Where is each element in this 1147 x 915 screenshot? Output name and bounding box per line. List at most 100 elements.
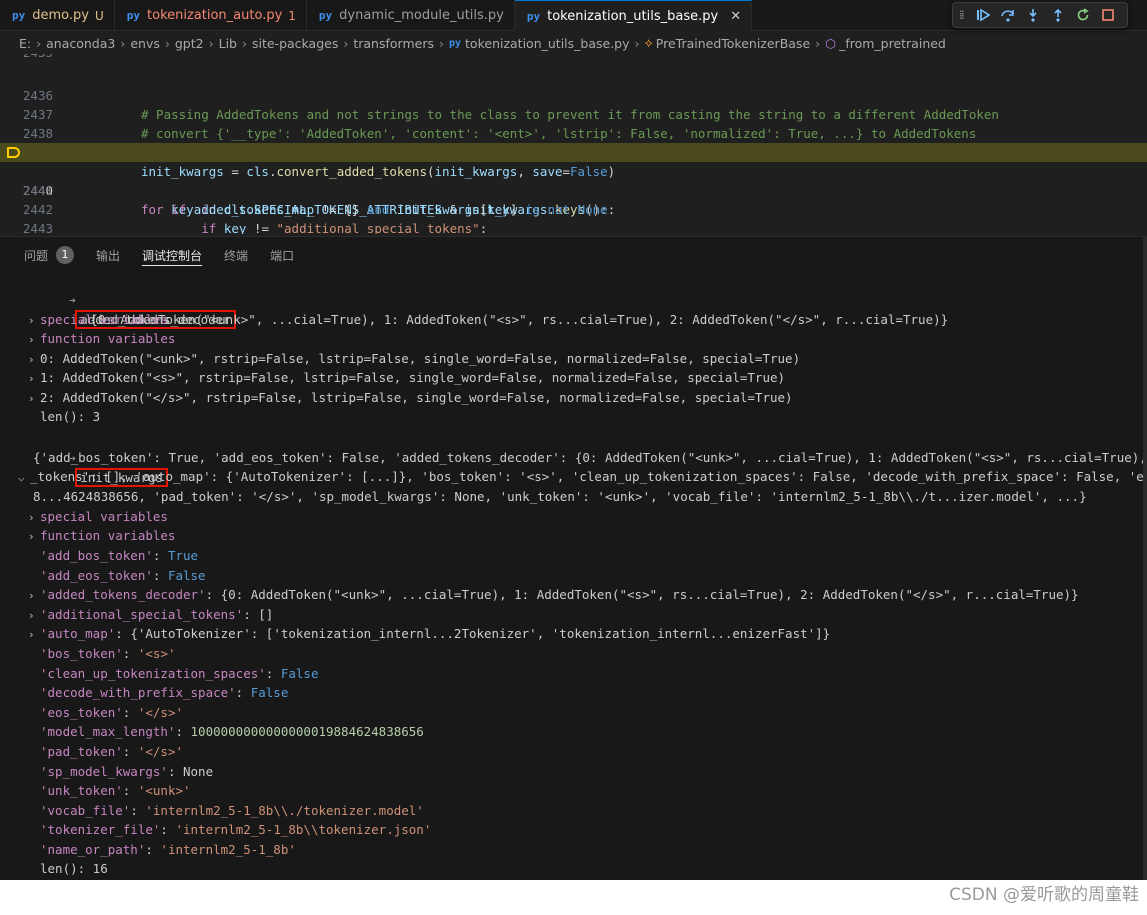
code-line: 2437 # convert {'__type': 'AddedToken', … — [0, 86, 1147, 141]
separator: : — [160, 822, 176, 838]
tree-node[interactable]: › special variables — [28, 507, 168, 527]
dict-entry: 'sp_model_kwargs': None — [40, 762, 213, 782]
breadcrumb-item[interactable]: site-packages — [252, 36, 338, 51]
tab-output[interactable]: 输出 — [96, 237, 120, 273]
dict-value: False — [167, 567, 206, 583]
separator: : — [265, 665, 281, 681]
separator: : — [205, 587, 221, 603]
separator: : — [152, 548, 168, 563]
step-into-icon[interactable] — [1022, 5, 1044, 25]
tab-demo[interactable]: py demo.py U — [0, 0, 115, 31]
expandable-result[interactable]: ⌵ {0: AddedToken("<unk>", ...cial=True), … — [18, 290, 948, 327]
tree-node[interactable]: › function variables — [28, 329, 175, 349]
chevron-right-icon[interactable]: › — [28, 606, 40, 626]
tree-node[interactable]: › 0: AddedToken("<unk>", rstrip=False, ls… — [28, 349, 800, 369]
separator: : — [122, 783, 138, 799]
separator: : — [175, 724, 191, 740]
dict-entry[interactable]: ›'added_tokens_decoder': {0: AddedToken(… — [28, 585, 1079, 605]
breadcrumb-item[interactable]: transformers — [353, 36, 434, 51]
chevron-right-icon[interactable]: › — [28, 527, 40, 547]
tab-ports[interactable]: 端口 — [270, 237, 294, 273]
tree-label: 2: AddedToken("</s>", rstrip=False, lstr… — [40, 390, 793, 405]
chevron-down-icon[interactable]: ⌵ — [18, 468, 30, 488]
console-input-line: ➔ added_tokens_decoder — [9, 270, 236, 330]
breadcrumb-item[interactable]: envs — [130, 36, 160, 51]
stop-icon[interactable] — [1097, 5, 1119, 25]
code-line: 2443 init_kwargs[key] = added_tokens_map… — [0, 200, 1147, 234]
separator: : — [167, 763, 183, 779]
dict-entry: 'add_eos_token': False — [40, 566, 206, 586]
dict-value: '</s>' — [137, 704, 184, 720]
code-editor[interactable]: 2435 2436 # Passing AddedTokens and not … — [0, 54, 1147, 234]
dict-key: 'auto_map' — [40, 626, 116, 642]
dict-value: '<unk>' — [137, 783, 191, 799]
separator: : — [235, 685, 251, 701]
dict-key: 'name_or_path' — [40, 842, 146, 857]
chevron-right-icon: › — [36, 35, 42, 51]
code-line: 2438 init_kwargs["added_tokens_decoder"]… — [0, 105, 1147, 160]
tab-label: tokenization_auto.py — [147, 8, 283, 23]
panel-scrollbar[interactable] — [1143, 236, 1147, 880]
breadcrumb-class[interactable]: PreTrainedTokenizerBase — [656, 36, 810, 51]
tree-node[interactable]: › 1: AddedToken("<s>", rstrip=False, lstr… — [28, 368, 785, 388]
vscode-window: py demo.py U py tokenization_auto.py 1 p… — [0, 0, 1147, 880]
dict-key: 'unk_token' — [40, 783, 123, 799]
dict-entry[interactable]: ›'additional_special_tokens': [] — [28, 605, 273, 625]
tab-label: demo.py — [32, 8, 89, 23]
tab-debug-console[interactable]: 调试控制台 — [142, 237, 203, 273]
dict-entry[interactable]: ›'auto_map': {'AutoTokenizer': ['tokeniz… — [28, 624, 830, 644]
tree-label: special variables — [40, 509, 168, 524]
dict-key: 'pad_token' — [40, 744, 123, 759]
tab-problems[interactable]: 问题 1 — [24, 237, 75, 273]
bottom-panel: 问题 1 输出 调试控制台 终端 端口 ➔ added_tokens_decode… — [0, 236, 1147, 880]
chevron-right-icon[interactable]: › — [28, 625, 40, 645]
tab-label: dynamic_module_utils.py — [339, 8, 504, 23]
debug-toolbar: ⁞⁞ — [952, 2, 1128, 28]
tree-node[interactable]: › special variables — [28, 310, 168, 330]
dict-entry: 'unk_token': '<unk>' — [40, 781, 191, 801]
dict-value: '<s>' — [137, 646, 176, 661]
drag-handle-icon[interactable]: ⁞⁞ — [959, 8, 964, 22]
dict-key: 'decode_with_prefix_space' — [40, 685, 236, 701]
tab-dynamic-module-utils[interactable]: py dynamic_module_utils.py — [307, 0, 515, 31]
chevron-right-icon[interactable]: › — [28, 389, 40, 409]
breadcrumb-item[interactable]: E: — [19, 36, 31, 51]
restart-icon[interactable] — [1072, 5, 1094, 25]
result-summary: {'add_bos_token': True, 'add_eos_token':… — [33, 450, 1147, 465]
breadcrumb-file[interactable]: tokenization_utils_base.py — [465, 36, 629, 51]
chevron-right-icon[interactable]: › — [28, 350, 40, 370]
breadcrumb-item[interactable]: Lib — [219, 36, 237, 51]
tree-node: len(): 3 — [40, 407, 100, 427]
close-icon[interactable]: ✕ — [730, 9, 741, 24]
dict-entry: 'pad_token': '</s>' — [40, 742, 183, 762]
code-line: 2444 — [0, 219, 1147, 234]
panel-tabs: 问题 1 输出 调试控制台 终端 端口 — [0, 237, 1147, 273]
expandable-result[interactable]: ⌵ _tokens': [], 'auto_map': {'AutoTokeniz… — [18, 467, 1144, 487]
step-out-icon[interactable] — [1047, 5, 1069, 25]
breadcrumb-item[interactable]: anaconda3 — [46, 36, 115, 51]
chevron-right-icon: › — [343, 35, 349, 51]
tree-node[interactable]: › function variables — [28, 526, 175, 546]
breadcrumb-method[interactable]: _from_pretrained — [839, 36, 946, 51]
dict-key: 'add_bos_token' — [40, 548, 153, 563]
dict-key: 'eos_token' — [40, 704, 123, 720]
tab-tokenization-auto[interactable]: py tokenization_auto.py 1 — [115, 0, 307, 31]
chevron-right-icon: › — [164, 35, 170, 51]
dict-entry: 'model_max_length': 10000000000000000198… — [40, 722, 424, 742]
tab-terminal[interactable]: 终端 — [224, 237, 248, 273]
result-summary: _tokens': [], 'auto_map': {'AutoTokenize… — [30, 469, 1144, 484]
tab-tokenization-utils-base[interactable]: py tokenization_utils_base.py ✕ — [514, 0, 753, 31]
tree-label: function variables — [40, 528, 176, 543]
chevron-right-icon[interactable]: › — [28, 330, 40, 350]
chevron-right-icon[interactable]: › — [28, 311, 40, 331]
separator: : — [122, 704, 138, 720]
step-over-icon[interactable] — [997, 5, 1019, 25]
chevron-right-icon[interactable]: › — [28, 586, 40, 606]
tree-node[interactable]: › 2: AddedToken("</s>", rstrip=False, lst… — [28, 388, 793, 408]
continue-icon[interactable] — [972, 5, 994, 25]
dict-value: False — [250, 685, 289, 701]
chevron-right-icon[interactable]: › — [28, 369, 40, 389]
breadcrumb-item[interactable]: gpt2 — [175, 36, 204, 51]
chevron-right-icon[interactable]: › — [28, 508, 40, 528]
tab-label: 问题 — [24, 248, 49, 263]
